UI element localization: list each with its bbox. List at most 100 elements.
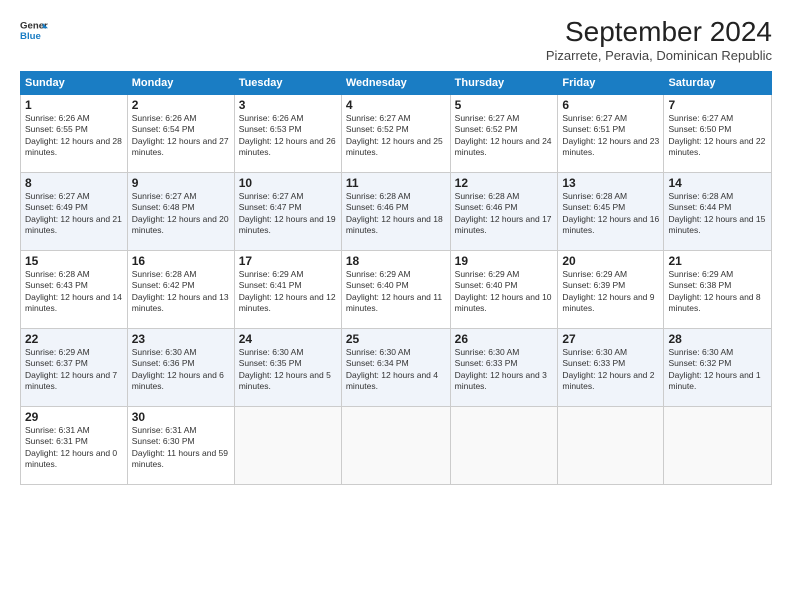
- table-row: 8 Sunrise: 6:27 AMSunset: 6:49 PMDayligh…: [21, 173, 128, 251]
- day-detail: Sunrise: 6:27 AMSunset: 6:52 PMDaylight:…: [346, 113, 443, 157]
- table-row: 17 Sunrise: 6:29 AMSunset: 6:41 PMDaylig…: [234, 251, 341, 329]
- table-row: 19 Sunrise: 6:29 AMSunset: 6:40 PMDaylig…: [450, 251, 558, 329]
- day-detail: Sunrise: 6:28 AMSunset: 6:44 PMDaylight:…: [668, 191, 765, 235]
- day-detail: Sunrise: 6:26 AMSunset: 6:55 PMDaylight:…: [25, 113, 122, 157]
- col-thursday: Thursday: [450, 72, 558, 95]
- table-row: 11 Sunrise: 6:28 AMSunset: 6:46 PMDaylig…: [341, 173, 450, 251]
- header: General Blue September 2024 Pizarrete, P…: [20, 16, 772, 63]
- table-row: [664, 407, 772, 485]
- table-row: 6 Sunrise: 6:27 AMSunset: 6:51 PMDayligh…: [558, 95, 664, 173]
- day-number: 9: [132, 176, 230, 190]
- table-row: [234, 407, 341, 485]
- table-row: 22 Sunrise: 6:29 AMSunset: 6:37 PMDaylig…: [21, 329, 128, 407]
- table-row: 26 Sunrise: 6:30 AMSunset: 6:33 PMDaylig…: [450, 329, 558, 407]
- main-title: September 2024: [546, 16, 772, 48]
- table-row: [450, 407, 558, 485]
- day-number: 15: [25, 254, 123, 268]
- day-detail: Sunrise: 6:29 AMSunset: 6:39 PMDaylight:…: [562, 269, 654, 313]
- day-number: 8: [25, 176, 123, 190]
- table-row: 28 Sunrise: 6:30 AMSunset: 6:32 PMDaylig…: [664, 329, 772, 407]
- day-detail: Sunrise: 6:28 AMSunset: 6:46 PMDaylight:…: [455, 191, 552, 235]
- day-number: 7: [668, 98, 767, 112]
- col-sunday: Sunday: [21, 72, 128, 95]
- col-wednesday: Wednesday: [341, 72, 450, 95]
- table-row: 9 Sunrise: 6:27 AMSunset: 6:48 PMDayligh…: [127, 173, 234, 251]
- table-row: 29 Sunrise: 6:31 AMSunset: 6:31 PMDaylig…: [21, 407, 128, 485]
- title-block: September 2024 Pizarrete, Peravia, Domin…: [546, 16, 772, 63]
- table-row: 30 Sunrise: 6:31 AMSunset: 6:30 PMDaylig…: [127, 407, 234, 485]
- day-number: 2: [132, 98, 230, 112]
- day-number: 24: [239, 332, 337, 346]
- day-number: 30: [132, 410, 230, 424]
- col-monday: Monday: [127, 72, 234, 95]
- day-number: 18: [346, 254, 446, 268]
- table-row: 4 Sunrise: 6:27 AMSunset: 6:52 PMDayligh…: [341, 95, 450, 173]
- day-detail: Sunrise: 6:30 AMSunset: 6:35 PMDaylight:…: [239, 347, 331, 391]
- day-detail: Sunrise: 6:30 AMSunset: 6:34 PMDaylight:…: [346, 347, 438, 391]
- table-row: 3 Sunrise: 6:26 AMSunset: 6:53 PMDayligh…: [234, 95, 341, 173]
- table-row: 18 Sunrise: 6:29 AMSunset: 6:40 PMDaylig…: [341, 251, 450, 329]
- col-friday: Friday: [558, 72, 664, 95]
- table-row: 2 Sunrise: 6:26 AMSunset: 6:54 PMDayligh…: [127, 95, 234, 173]
- subtitle: Pizarrete, Peravia, Dominican Republic: [546, 48, 772, 63]
- calendar-table: Sunday Monday Tuesday Wednesday Thursday…: [20, 71, 772, 485]
- day-number: 19: [455, 254, 554, 268]
- table-row: 27 Sunrise: 6:30 AMSunset: 6:33 PMDaylig…: [558, 329, 664, 407]
- day-detail: Sunrise: 6:29 AMSunset: 6:37 PMDaylight:…: [25, 347, 117, 391]
- day-detail: Sunrise: 6:27 AMSunset: 6:48 PMDaylight:…: [132, 191, 229, 235]
- table-row: 5 Sunrise: 6:27 AMSunset: 6:52 PMDayligh…: [450, 95, 558, 173]
- day-number: 25: [346, 332, 446, 346]
- table-row: 23 Sunrise: 6:30 AMSunset: 6:36 PMDaylig…: [127, 329, 234, 407]
- day-number: 1: [25, 98, 123, 112]
- day-number: 20: [562, 254, 659, 268]
- day-number: 28: [668, 332, 767, 346]
- day-detail: Sunrise: 6:29 AMSunset: 6:40 PMDaylight:…: [346, 269, 442, 313]
- day-detail: Sunrise: 6:29 AMSunset: 6:41 PMDaylight:…: [239, 269, 336, 313]
- day-number: 6: [562, 98, 659, 112]
- day-number: 22: [25, 332, 123, 346]
- day-number: 5: [455, 98, 554, 112]
- col-tuesday: Tuesday: [234, 72, 341, 95]
- table-row: 13 Sunrise: 6:28 AMSunset: 6:45 PMDaylig…: [558, 173, 664, 251]
- table-row: [558, 407, 664, 485]
- day-detail: Sunrise: 6:26 AMSunset: 6:53 PMDaylight:…: [239, 113, 336, 157]
- day-number: 10: [239, 176, 337, 190]
- day-detail: Sunrise: 6:26 AMSunset: 6:54 PMDaylight:…: [132, 113, 229, 157]
- table-row: 7 Sunrise: 6:27 AMSunset: 6:50 PMDayligh…: [664, 95, 772, 173]
- table-row: 1 Sunrise: 6:26 AMSunset: 6:55 PMDayligh…: [21, 95, 128, 173]
- day-detail: Sunrise: 6:29 AMSunset: 6:38 PMDaylight:…: [668, 269, 760, 313]
- table-row: 16 Sunrise: 6:28 AMSunset: 6:42 PMDaylig…: [127, 251, 234, 329]
- table-row: 15 Sunrise: 6:28 AMSunset: 6:43 PMDaylig…: [21, 251, 128, 329]
- day-number: 4: [346, 98, 446, 112]
- day-number: 12: [455, 176, 554, 190]
- day-number: 3: [239, 98, 337, 112]
- logo: General Blue: [20, 16, 48, 44]
- day-detail: Sunrise: 6:28 AMSunset: 6:43 PMDaylight:…: [25, 269, 122, 313]
- svg-text:Blue: Blue: [20, 31, 41, 42]
- table-row: 24 Sunrise: 6:30 AMSunset: 6:35 PMDaylig…: [234, 329, 341, 407]
- day-detail: Sunrise: 6:27 AMSunset: 6:50 PMDaylight:…: [668, 113, 765, 157]
- table-row: 12 Sunrise: 6:28 AMSunset: 6:46 PMDaylig…: [450, 173, 558, 251]
- day-detail: Sunrise: 6:31 AMSunset: 6:31 PMDaylight:…: [25, 425, 117, 469]
- day-number: 16: [132, 254, 230, 268]
- day-detail: Sunrise: 6:29 AMSunset: 6:40 PMDaylight:…: [455, 269, 552, 313]
- table-row: 25 Sunrise: 6:30 AMSunset: 6:34 PMDaylig…: [341, 329, 450, 407]
- day-number: 29: [25, 410, 123, 424]
- day-number: 21: [668, 254, 767, 268]
- logo-icon: General Blue: [20, 16, 48, 44]
- table-row: 10 Sunrise: 6:27 AMSunset: 6:47 PMDaylig…: [234, 173, 341, 251]
- day-detail: Sunrise: 6:30 AMSunset: 6:32 PMDaylight:…: [668, 347, 760, 391]
- day-detail: Sunrise: 6:28 AMSunset: 6:45 PMDaylight:…: [562, 191, 659, 235]
- day-number: 26: [455, 332, 554, 346]
- day-number: 17: [239, 254, 337, 268]
- day-number: 11: [346, 176, 446, 190]
- day-detail: Sunrise: 6:30 AMSunset: 6:33 PMDaylight:…: [562, 347, 654, 391]
- day-number: 27: [562, 332, 659, 346]
- page: General Blue September 2024 Pizarrete, P…: [0, 0, 792, 612]
- day-detail: Sunrise: 6:28 AMSunset: 6:46 PMDaylight:…: [346, 191, 443, 235]
- table-row: 14 Sunrise: 6:28 AMSunset: 6:44 PMDaylig…: [664, 173, 772, 251]
- day-detail: Sunrise: 6:30 AMSunset: 6:33 PMDaylight:…: [455, 347, 547, 391]
- day-detail: Sunrise: 6:27 AMSunset: 6:49 PMDaylight:…: [25, 191, 122, 235]
- day-number: 13: [562, 176, 659, 190]
- table-row: 21 Sunrise: 6:29 AMSunset: 6:38 PMDaylig…: [664, 251, 772, 329]
